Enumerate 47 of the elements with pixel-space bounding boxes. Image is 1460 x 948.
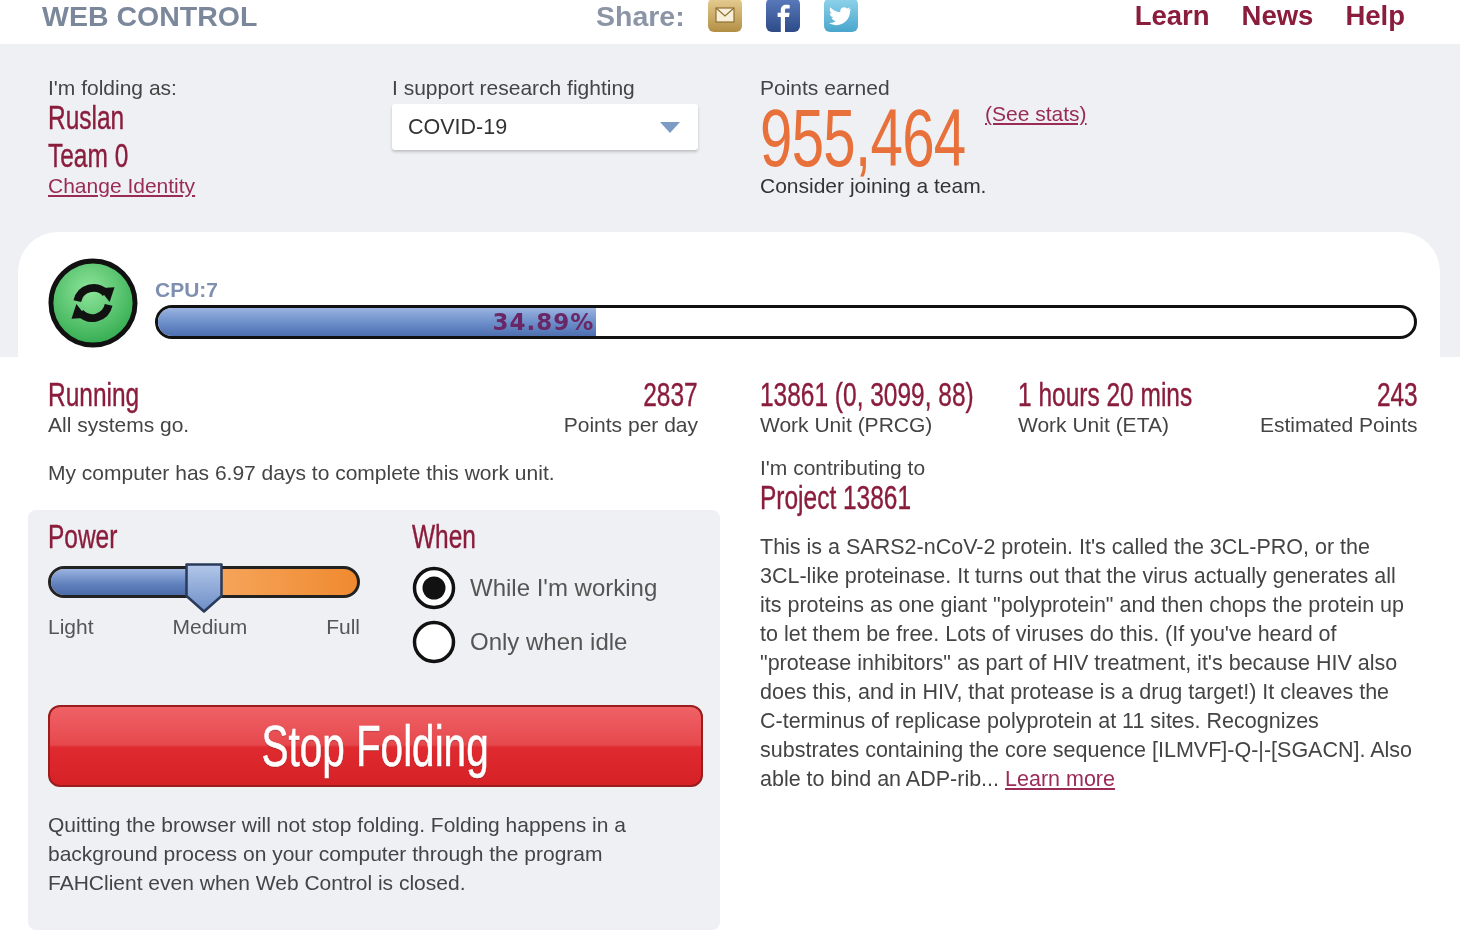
folding-note: Quitting the browser will not stop folding. Folding happens in a background process on your computer through the program FAHClient even when Web Control is closed. (48, 812, 627, 896)
radio-label[interactable]: While I'm working (470, 574, 658, 602)
share-label: Share: (596, 1, 685, 31)
work-unit-value: 1 hours 20 mins (1018, 375, 1193, 413)
cpu-label: CPU:7 (155, 278, 219, 302)
deadline-text: My computer has 6.97 days to complete this work unit. (48, 461, 556, 485)
work-unit-caption: Work Unit (ETA) (1018, 413, 1170, 437)
power-level-label: Medium (172, 615, 248, 639)
nav-link[interactable]: Help (1345, 0, 1405, 32)
caret-icon (660, 121, 680, 133)
work-unit-value: 243 (1376, 375, 1418, 413)
stop-folding-button[interactable]: Stop Folding (48, 705, 703, 787)
mail-icon[interactable] (707, 0, 742, 32)
power-title: Power (48, 517, 118, 555)
work-unit-caption: Estimated Points (1259, 413, 1418, 437)
nav-link[interactable]: News (1241, 0, 1314, 32)
power-level-label: Light (48, 615, 94, 639)
contributing-label: I'm contributing to (760, 456, 927, 480)
slider-thumb[interactable] (185, 563, 223, 613)
work-unit-caption: Work Unit (PRCG) (760, 413, 934, 437)
identity-label: I'm folding as: (48, 76, 178, 100)
progress-percent: 34.89% (492, 309, 595, 335)
sync-icon[interactable] (48, 258, 138, 348)
status-value: Running (48, 375, 140, 413)
cause-label: I support research fighting (392, 76, 636, 100)
nav-link[interactable]: Learn (1134, 0, 1210, 32)
radio-label[interactable]: Only when idle (470, 628, 628, 656)
power-level-label: Full (326, 615, 360, 639)
site-title: WEB CONTROL (42, 0, 259, 32)
radio-button[interactable] (412, 620, 456, 664)
points-per-day-caption: Points per day (563, 413, 698, 437)
learn-more-link[interactable]: Learn more (1005, 767, 1115, 791)
points-per-day-value: 2837 (643, 375, 698, 413)
cause-dropdown[interactable]: COVID-19 (392, 104, 698, 150)
work-unit-value: 13861 (0, 3099, 88) (760, 375, 974, 413)
bird-icon[interactable] (823, 0, 858, 32)
change-identity-link[interactable]: Change Identity (48, 174, 196, 197)
see-stats-link[interactable]: (See stats) (985, 102, 1087, 125)
when-title: When (412, 517, 476, 555)
project-title: Project 13861 (760, 478, 912, 516)
status-caption: All systems go. (48, 413, 190, 437)
f-logo-icon[interactable] (765, 0, 800, 32)
radio-button[interactable] (412, 566, 456, 610)
points-label: Points earned (760, 76, 891, 100)
team-name: Team 0 (48, 136, 129, 174)
project-description: This is a SARS2-nCoV-2 protein. It's called the 3CL-PRO, or the 3CL-like proteinase. It turns out that the virus actually generates all its proteins as one giant "polyprotein" and then chops the protein up to let them be free. Lots of viruses do this. (If you've heard of "protease inhibitors" as part of HIV treatment, it's because HIV also does this, and in HIV, that protease is a drug target!) It cleaves the C-terminus of replicase polyprotein at 11 sites. Recognizes substrates containing the core sequence [ILMVF]-Q-|-[SGACN]. Also able to bind an ADP-rib... Learn more (760, 534, 1414, 793)
user-name: Ruslan (48, 98, 125, 136)
